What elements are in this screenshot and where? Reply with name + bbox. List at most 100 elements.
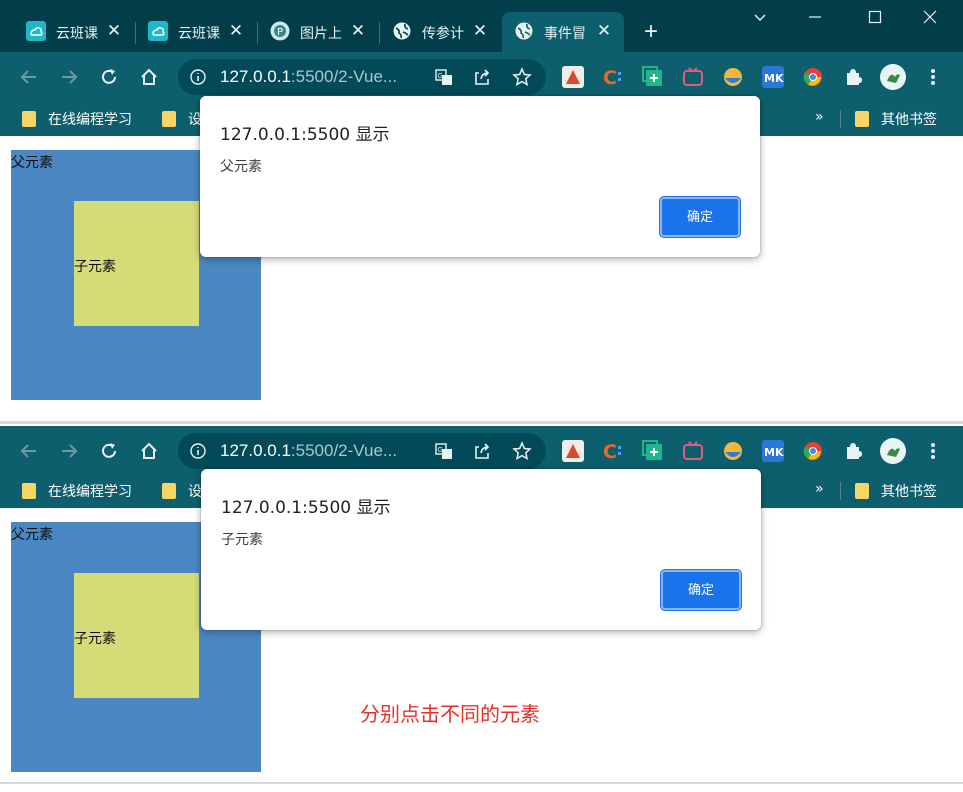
- parent-label: 父元素: [11, 527, 53, 543]
- extension-bowl-icon[interactable]: [722, 66, 744, 88]
- folder-icon: [162, 483, 176, 499]
- annotation-text: 分别点击不同的元素: [360, 702, 540, 726]
- maximize-button[interactable]: [850, 0, 900, 40]
- globe-icon: [393, 22, 411, 40]
- extension-green-add-icon[interactable]: [642, 440, 664, 462]
- translate-icon[interactable]: G: [431, 64, 457, 90]
- svg-text:G: G: [438, 73, 443, 80]
- child-label: 子元素: [74, 259, 116, 275]
- tab-title: 云班课: [56, 26, 98, 42]
- cloud-class-icon: [26, 21, 46, 41]
- bookmark-folder-2[interactable]: 设: [188, 481, 202, 501]
- bookmarks-divider: [840, 482, 841, 500]
- close-tab-icon[interactable]: ✕: [102, 19, 126, 43]
- bookmarks-divider: [840, 110, 841, 128]
- address-bar[interactable]: 127.0.0.1:5500/2-Vue... G: [178, 433, 546, 469]
- extension-mk-icon[interactable]: MK: [762, 440, 784, 462]
- close-window-button[interactable]: [905, 0, 955, 40]
- dialog-title: 127.0.0.1:5500 显示: [221, 498, 391, 518]
- folder-icon: [855, 111, 869, 127]
- home-icon[interactable]: [136, 64, 162, 90]
- ok-button[interactable]: 确定: [661, 570, 741, 610]
- translate-icon[interactable]: G: [431, 438, 457, 464]
- svg-text:C: C: [603, 67, 617, 88]
- extension-red-icon[interactable]: [562, 440, 584, 462]
- home-icon[interactable]: [136, 438, 162, 464]
- bookmark-online-coding[interactable]: 在线编程学习: [48, 109, 132, 129]
- folder-icon: [22, 111, 36, 127]
- back-arrow-icon[interactable]: [16, 438, 42, 464]
- window-divider: [0, 421, 963, 424]
- svg-text:P: P: [277, 27, 283, 38]
- close-tab-icon[interactable]: ✕: [592, 19, 616, 43]
- bottom-divider: [0, 782, 963, 784]
- extensions-puzzle-icon[interactable]: [840, 64, 866, 90]
- svg-text:C: C: [603, 441, 617, 462]
- extension-bowl-icon[interactable]: [722, 440, 744, 462]
- url-text[interactable]: 127.0.0.1:5500/2-Vue...: [220, 441, 397, 461]
- bookmark-other[interactable]: 其他书签: [881, 481, 937, 501]
- new-tab-button[interactable]: +: [638, 19, 664, 45]
- bookmark-online-coding[interactable]: 在线编程学习: [48, 481, 132, 501]
- bookmarks-overflow-button[interactable]: »: [815, 481, 824, 501]
- browser-toolbar: 127.0.0.1:5500/2-Vue... G C MK: [0, 426, 963, 474]
- address-bar[interactable]: 127.0.0.1:5500/2-Vue... G: [178, 59, 546, 95]
- child-label: 子元素: [74, 631, 116, 647]
- tab-search-dropdown-icon[interactable]: [735, 0, 785, 40]
- share-icon[interactable]: [469, 64, 495, 90]
- bookmarks-overflow-button[interactable]: »: [815, 109, 824, 129]
- close-tab-icon[interactable]: ✕: [468, 19, 492, 43]
- close-tab-icon[interactable]: ✕: [224, 19, 248, 43]
- bookmark-star-icon[interactable]: [509, 64, 535, 90]
- menu-kebab-icon[interactable]: [920, 64, 946, 90]
- tab-params[interactable]: 传参计 ✕: [380, 12, 500, 52]
- folder-icon: [22, 483, 36, 499]
- svg-text:MK: MK: [764, 446, 784, 459]
- child-element[interactable]: 子元素: [74, 573, 199, 698]
- tab-event-bubbling[interactable]: 事件冒 ✕: [502, 12, 624, 52]
- tab-cloud-class-2[interactable]: 云班课 ✕: [136, 12, 256, 52]
- folder-icon: [855, 483, 869, 499]
- extension-tv-icon[interactable]: [682, 440, 704, 462]
- tab-title: 云班课: [178, 26, 220, 42]
- tab-picture-upload[interactable]: P 图片上 ✕: [258, 12, 378, 52]
- tab-title: 事件冒: [544, 26, 586, 42]
- url-path: :5500/2-Vue...: [290, 67, 398, 86]
- close-tab-icon[interactable]: ✕: [346, 19, 370, 43]
- extension-tv-icon[interactable]: [682, 66, 704, 88]
- menu-kebab-icon[interactable]: [920, 438, 946, 464]
- minimize-button[interactable]: [790, 0, 840, 40]
- extensions-puzzle-icon[interactable]: [840, 438, 866, 464]
- extension-chrome-icon[interactable]: [802, 440, 824, 462]
- forward-arrow-icon[interactable]: [56, 438, 82, 464]
- info-icon[interactable]: [190, 443, 206, 459]
- ok-button[interactable]: 确定: [660, 197, 740, 237]
- extension-c-icon[interactable]: C: [602, 66, 624, 89]
- share-icon[interactable]: [469, 438, 495, 464]
- url-text[interactable]: 127.0.0.1:5500/2-Vue...: [220, 67, 397, 87]
- reload-icon[interactable]: [96, 64, 122, 90]
- extension-c-icon[interactable]: C: [602, 440, 624, 463]
- extension-chrome-icon[interactable]: [802, 66, 824, 88]
- forward-arrow-icon[interactable]: [56, 64, 82, 90]
- tab-strip: 云班课 ✕ 云班课 ✕ P 图片上 ✕ 传参计 ✕ 事件冒 ✕ +: [0, 0, 963, 52]
- tab-cloud-class-1[interactable]: 云班课 ✕: [14, 12, 134, 52]
- tab-title: 图片上: [300, 26, 342, 42]
- bookmark-star-icon[interactable]: [509, 438, 535, 464]
- folder-icon: [162, 111, 176, 127]
- back-arrow-icon[interactable]: [16, 64, 42, 90]
- extension-mk-icon[interactable]: MK: [762, 66, 784, 88]
- reload-icon[interactable]: [96, 438, 122, 464]
- extension-green-add-icon[interactable]: [642, 66, 664, 88]
- extension-red-icon[interactable]: [562, 66, 584, 88]
- avatar[interactable]: [880, 438, 906, 464]
- alert-dialog: 127.0.0.1:5500 显示 父元素 确定: [200, 96, 760, 257]
- globe-icon: [515, 22, 533, 40]
- info-icon[interactable]: [190, 69, 206, 85]
- dialog-title: 127.0.0.1:5500 显示: [220, 125, 390, 145]
- tab-title: 传参计: [422, 26, 464, 42]
- cloud-class-icon: [148, 21, 168, 41]
- bookmark-other[interactable]: 其他书签: [881, 109, 937, 129]
- child-element[interactable]: 子元素: [74, 201, 199, 326]
- avatar[interactable]: [880, 64, 906, 90]
